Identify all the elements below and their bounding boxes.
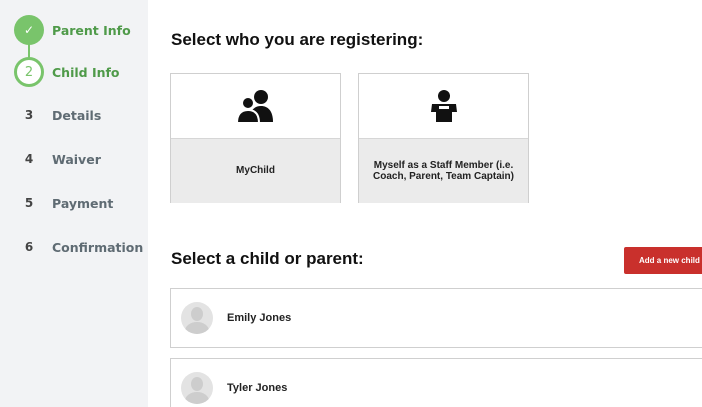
avatar <box>181 302 213 334</box>
step-number: 4 <box>24 152 34 166</box>
step-label: Details <box>52 107 102 123</box>
step-details[interactable]: 3 Details <box>14 100 101 130</box>
progress-sidebar: ✓ Parent Info 2 Child Info 3 Details 4 W… <box>0 0 148 407</box>
select-person-heading: Select a child or parent: <box>171 249 364 268</box>
option-icon-area <box>359 74 528 139</box>
check-icon: ✓ <box>14 15 44 45</box>
person-name: Emily Jones <box>227 312 292 324</box>
avatar-body <box>185 322 209 334</box>
avatar <box>181 372 213 404</box>
avatar-head <box>191 377 203 391</box>
person-name: Tyler Jones <box>227 382 288 394</box>
step-label: Payment <box>52 195 114 211</box>
step-number: 6 <box>24 240 34 254</box>
add-new-child-button[interactable]: Add a new child <box>624 247 702 274</box>
option-icon-area <box>171 74 340 139</box>
option-label: Myself as a Staff Member (i.e. Coach, Pa… <box>359 139 528 203</box>
person-row-tyler[interactable]: Tyler Jones <box>170 358 702 407</box>
step-label: Confirmation <box>52 239 144 255</box>
avatar-body <box>185 392 209 404</box>
step-payment[interactable]: 5 Payment <box>14 188 114 218</box>
step-number: 5 <box>24 196 34 210</box>
option-label: MyChild <box>171 139 340 203</box>
step-number: 3 <box>24 108 34 122</box>
step-number: 2 <box>14 57 44 87</box>
avatar-head <box>191 307 203 321</box>
option-my-child[interactable]: MyChild <box>170 73 341 203</box>
staff-icon <box>430 90 457 122</box>
step-label: Child Info <box>52 64 120 80</box>
users-icon <box>235 90 273 124</box>
step-child-info[interactable]: 2 Child Info <box>14 57 120 87</box>
person-row-emily[interactable]: Emily Jones <box>170 288 702 348</box>
step-confirmation[interactable]: 6 Confirmation <box>14 232 143 262</box>
step-label: Waiver <box>52 151 101 167</box>
step-waiver[interactable]: 4 Waiver <box>14 144 101 174</box>
step-parent-info[interactable]: ✓ Parent Info <box>14 15 131 45</box>
step-label: Parent Info <box>52 22 131 38</box>
option-staff-member[interactable]: Myself as a Staff Member (i.e. Coach, Pa… <box>358 73 529 203</box>
registering-heading: Select who you are registering: <box>171 30 424 49</box>
